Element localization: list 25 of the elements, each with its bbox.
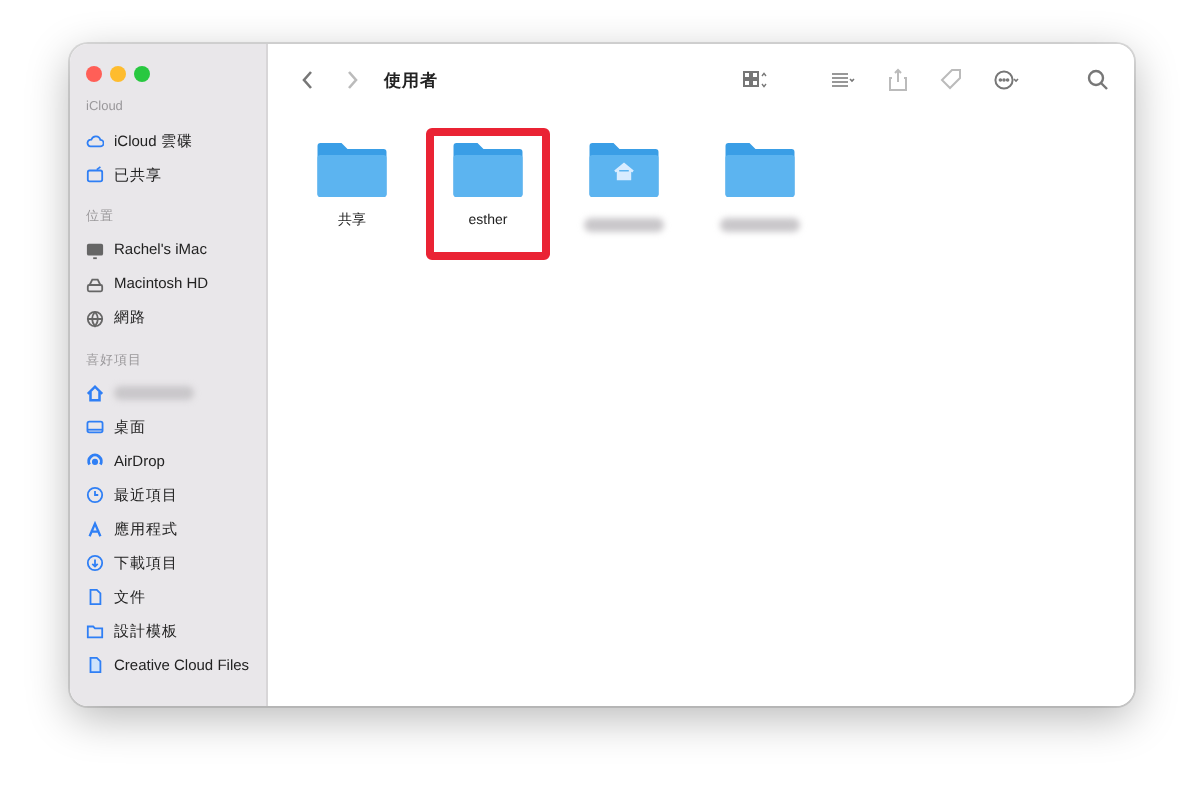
home-folder-icon[interactable] (586, 140, 662, 200)
folder-icon (86, 622, 104, 641)
clock-icon (86, 486, 104, 505)
icon-view-icon[interactable] (738, 68, 770, 92)
drive-icon (86, 275, 104, 293)
window-title: 使用者 (384, 67, 438, 93)
cloud-icon (86, 131, 104, 150)
airdrop-icon (86, 452, 104, 471)
folder-icon[interactable] (314, 140, 390, 200)
folder-icon[interactable] (722, 140, 798, 200)
apps-icon (86, 520, 104, 539)
download-icon (86, 554, 104, 573)
group-icon[interactable] (826, 68, 858, 92)
folder-icon[interactable] (450, 140, 526, 200)
globe-icon (86, 309, 104, 327)
desktop-icon (86, 418, 104, 437)
shared-folder-icon (86, 165, 104, 184)
search-icon[interactable] (1086, 68, 1110, 92)
document-icon (86, 588, 104, 607)
home-icon (86, 384, 104, 403)
more-icon[interactable] (990, 68, 1022, 92)
tag-icon[interactable] (938, 68, 962, 92)
monitor-icon (86, 241, 104, 259)
share-icon[interactable] (886, 68, 910, 92)
document-icon (86, 656, 104, 675)
